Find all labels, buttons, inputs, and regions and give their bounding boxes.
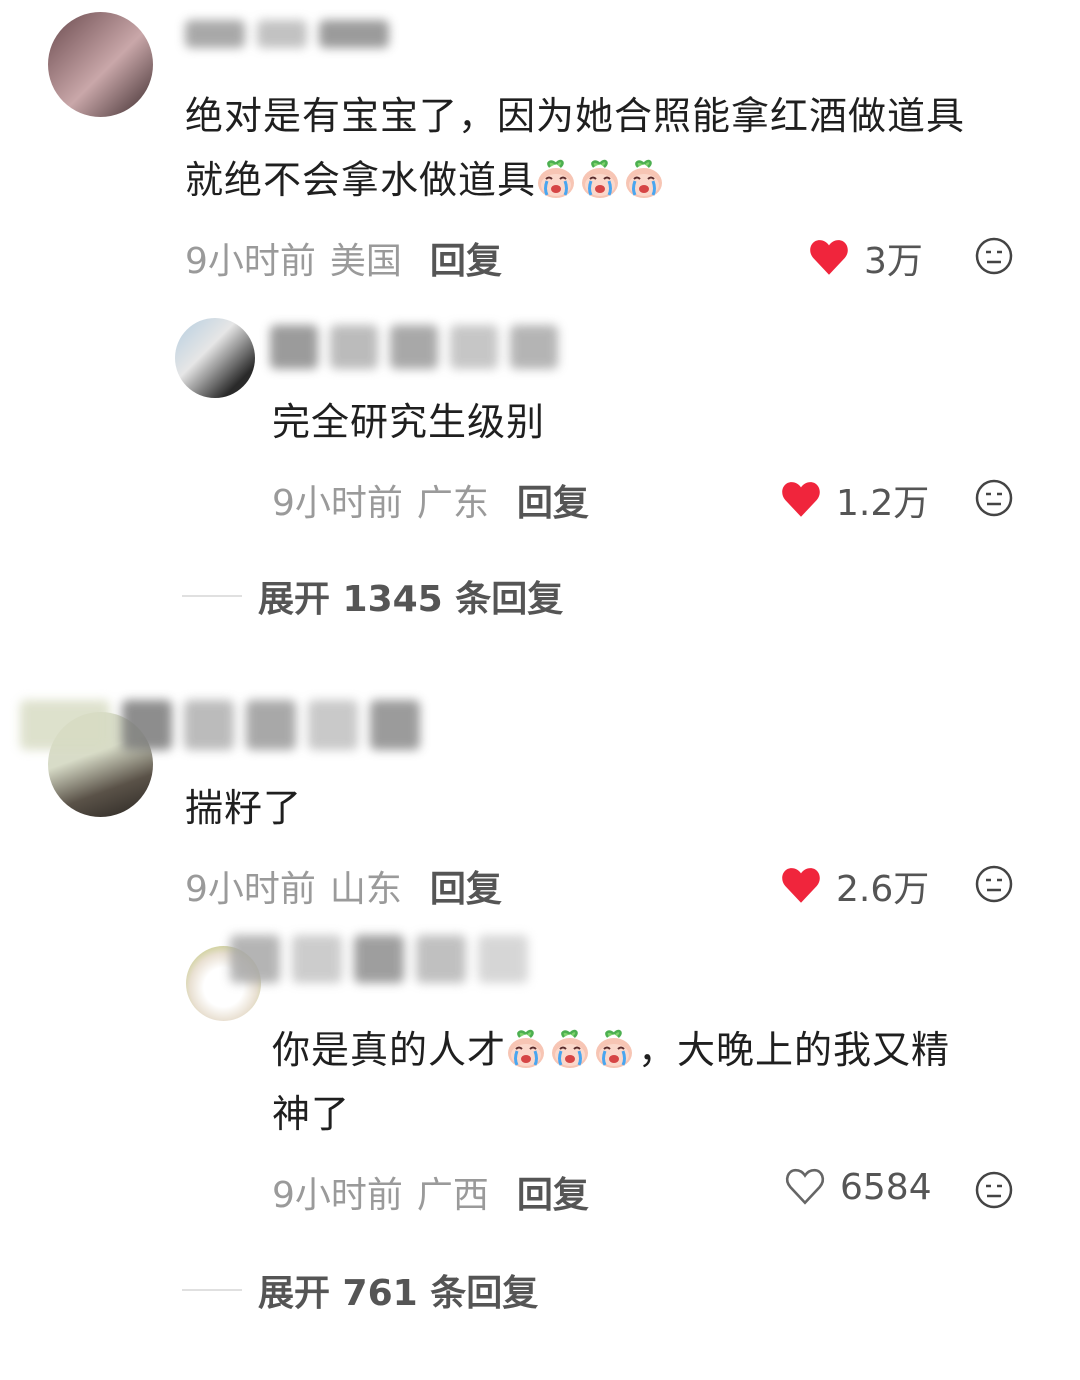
divider — [182, 1289, 242, 1291]
comment-meta: 9小时前 美国 回复 — [185, 232, 502, 284]
comment-meta: 9小时前 广西 回复 — [272, 1166, 589, 1218]
reply-button[interactable]: 回复 — [430, 869, 502, 910]
avatar[interactable] — [175, 318, 255, 398]
comment-meta: 9小时前 广东 回复 — [272, 474, 589, 526]
comment-location: 广东 — [416, 483, 489, 524]
like-button[interactable]: 1.2万 — [780, 474, 929, 526]
like-count: 6584 — [840, 1166, 932, 1208]
username-blurred[interactable] — [20, 700, 432, 754]
username-blurred[interactable] — [230, 935, 540, 987]
expand-replies-label: 展开 761 条回复 — [258, 1273, 539, 1314]
like-button[interactable]: 3万 — [808, 232, 923, 284]
username-blurred[interactable] — [270, 325, 570, 373]
dislike-face-icon[interactable] — [974, 236, 1014, 276]
like-button[interactable]: 6584 — [784, 1166, 932, 1208]
comment-location: 美国 — [329, 241, 402, 282]
crying-peach-emoji-icon — [506, 1029, 546, 1069]
expand-replies-label: 展开 1345 条回复 — [258, 579, 564, 620]
heart-icon — [780, 479, 822, 521]
expand-replies-button[interactable]: 展开 1345 条回复 — [182, 570, 563, 622]
comment-time: 9小时前 — [185, 241, 316, 282]
avatar[interactable] — [48, 12, 153, 117]
comment-time: 9小时前 — [272, 1175, 403, 1216]
dislike-face-icon[interactable] — [974, 478, 1014, 518]
comment-text: 绝对是有宝宝了，因为她合照能拿红酒做道具 就绝不会拿水做道具 — [185, 94, 966, 202]
comment-text: 完全研究生级别 — [272, 400, 546, 444]
heart-icon — [780, 865, 822, 907]
dislike-face-icon[interactable] — [974, 864, 1014, 904]
comment-meta: 9小时前 山东 回复 — [185, 860, 502, 912]
comment-time: 9小时前 — [272, 483, 403, 524]
crying-peach-emoji-icon — [594, 1029, 634, 1069]
dislike-face-icon[interactable] — [974, 1170, 1014, 1210]
crying-peach-emoji-icon — [624, 159, 664, 199]
comment-text: 你是真的人才 ，大晚上的我又精 神了 — [272, 1028, 951, 1136]
comment-location: 山东 — [329, 869, 402, 910]
crying-peach-emoji-icon — [536, 159, 576, 199]
reply-button[interactable]: 回复 — [430, 241, 502, 282]
divider — [182, 595, 242, 597]
like-button[interactable]: 2.6万 — [780, 860, 929, 912]
comment-text: 揣籽了 — [185, 786, 303, 830]
like-count: 2.6万 — [836, 869, 930, 910]
comment-time: 9小时前 — [185, 869, 316, 910]
comment-location: 广西 — [416, 1175, 489, 1216]
comments-screen: 绝对是有宝宝了，因为她合照能拿红酒做道具 就绝不会拿水做道具 9小时前 美国 回复 … — [0, 0, 1080, 1380]
heart-icon — [808, 237, 850, 279]
reply-button[interactable]: 回复 — [517, 483, 589, 524]
expand-replies-button[interactable]: 展开 761 条回复 — [182, 1264, 538, 1316]
crying-peach-emoji-icon — [580, 159, 620, 199]
heart-outline-icon — [784, 1166, 826, 1208]
crying-peach-emoji-icon — [550, 1029, 590, 1069]
like-count: 3万 — [864, 241, 923, 282]
like-count: 1.2万 — [836, 483, 930, 524]
reply-button[interactable]: 回复 — [517, 1175, 589, 1216]
username-blurred[interactable] — [185, 20, 401, 52]
